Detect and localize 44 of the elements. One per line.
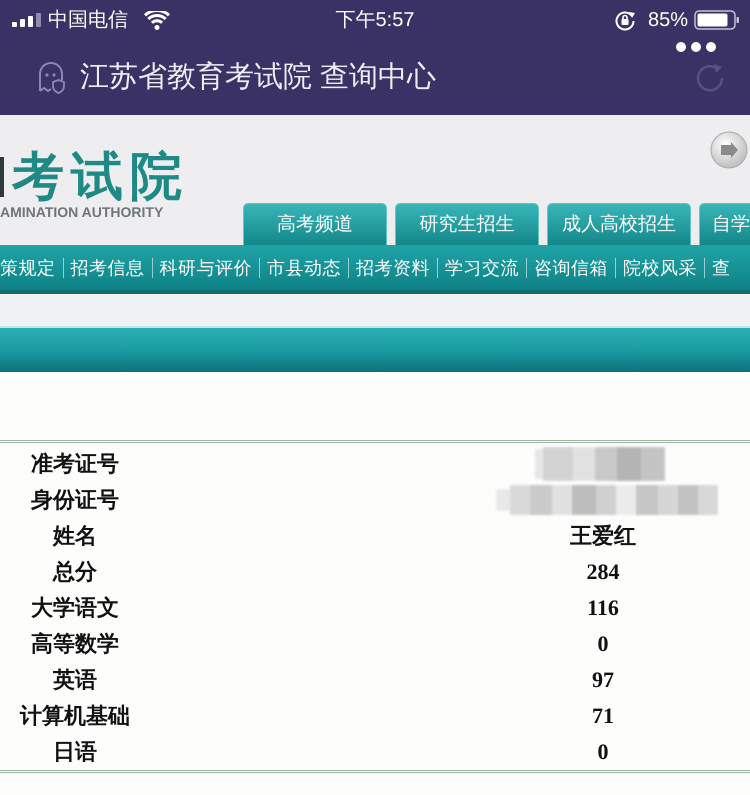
field-label: 总分 (53, 561, 97, 583)
channel-tab[interactable]: 研究生招生 (395, 203, 539, 245)
menu-link[interactable]: 招考信息 (70, 258, 144, 276)
menu-link[interactable]: 学习交流 (445, 258, 519, 276)
refresh-icon[interactable] (694, 62, 726, 94)
channel-tab[interactable]: 成人高校招生 (547, 203, 691, 245)
battery-icon (694, 10, 740, 30)
field-value: 0 (598, 633, 608, 655)
clock-time: 下午5:57 (336, 10, 414, 30)
menu-link[interactable]: 咨询信箱 (534, 258, 608, 276)
field-value: 王爱红 (570, 525, 636, 547)
field-value: 0 (598, 741, 608, 763)
menu-link[interactable]: 策规定 (0, 258, 56, 276)
channel-tab[interactable]: 高考频道 (243, 203, 387, 245)
field-value: 97 (592, 669, 614, 691)
field-label: 身份证号 (31, 489, 119, 511)
arrow-button-icon[interactable] (710, 131, 748, 169)
field-value: 71 (592, 705, 614, 727)
logo-text: 考试院 (12, 151, 189, 203)
menu-link[interactable]: 市县动态 (267, 258, 341, 276)
wifi-icon (144, 10, 170, 30)
menu-link[interactable]: 院校风采 (623, 258, 697, 276)
carrier-name: 中国电信 (48, 10, 128, 30)
field-value: 116 (587, 597, 619, 619)
field-label: 大学语文 (31, 597, 119, 619)
rotation-lock-icon (614, 9, 636, 31)
signal-icon (12, 13, 42, 27)
logo-subtitle: AMINATION AUTHORITY (0, 205, 164, 219)
menu-link[interactable]: 招考资料 (356, 258, 430, 276)
field-label: 准考证号 (31, 453, 119, 475)
ghost-shield-icon (37, 62, 65, 94)
menu-link[interactable]: 查 (712, 258, 730, 276)
more-icon[interactable] (676, 42, 716, 52)
field-label: 日语 (53, 741, 97, 763)
logo-fragment (0, 157, 4, 197)
field-label: 英语 (53, 669, 97, 691)
field-label: 姓名 (53, 525, 97, 547)
battery-percentage: 85% (648, 10, 688, 30)
field-value: 284 (586, 561, 620, 583)
page-title: 江苏省教育考试院 查询中心 (80, 63, 436, 92)
field-label: 高等数学 (31, 633, 119, 655)
menu-link[interactable]: 科研与评价 (160, 258, 252, 276)
channel-tab[interactable]: 自学 (699, 203, 750, 245)
field-label: 计算机基础 (20, 705, 130, 727)
